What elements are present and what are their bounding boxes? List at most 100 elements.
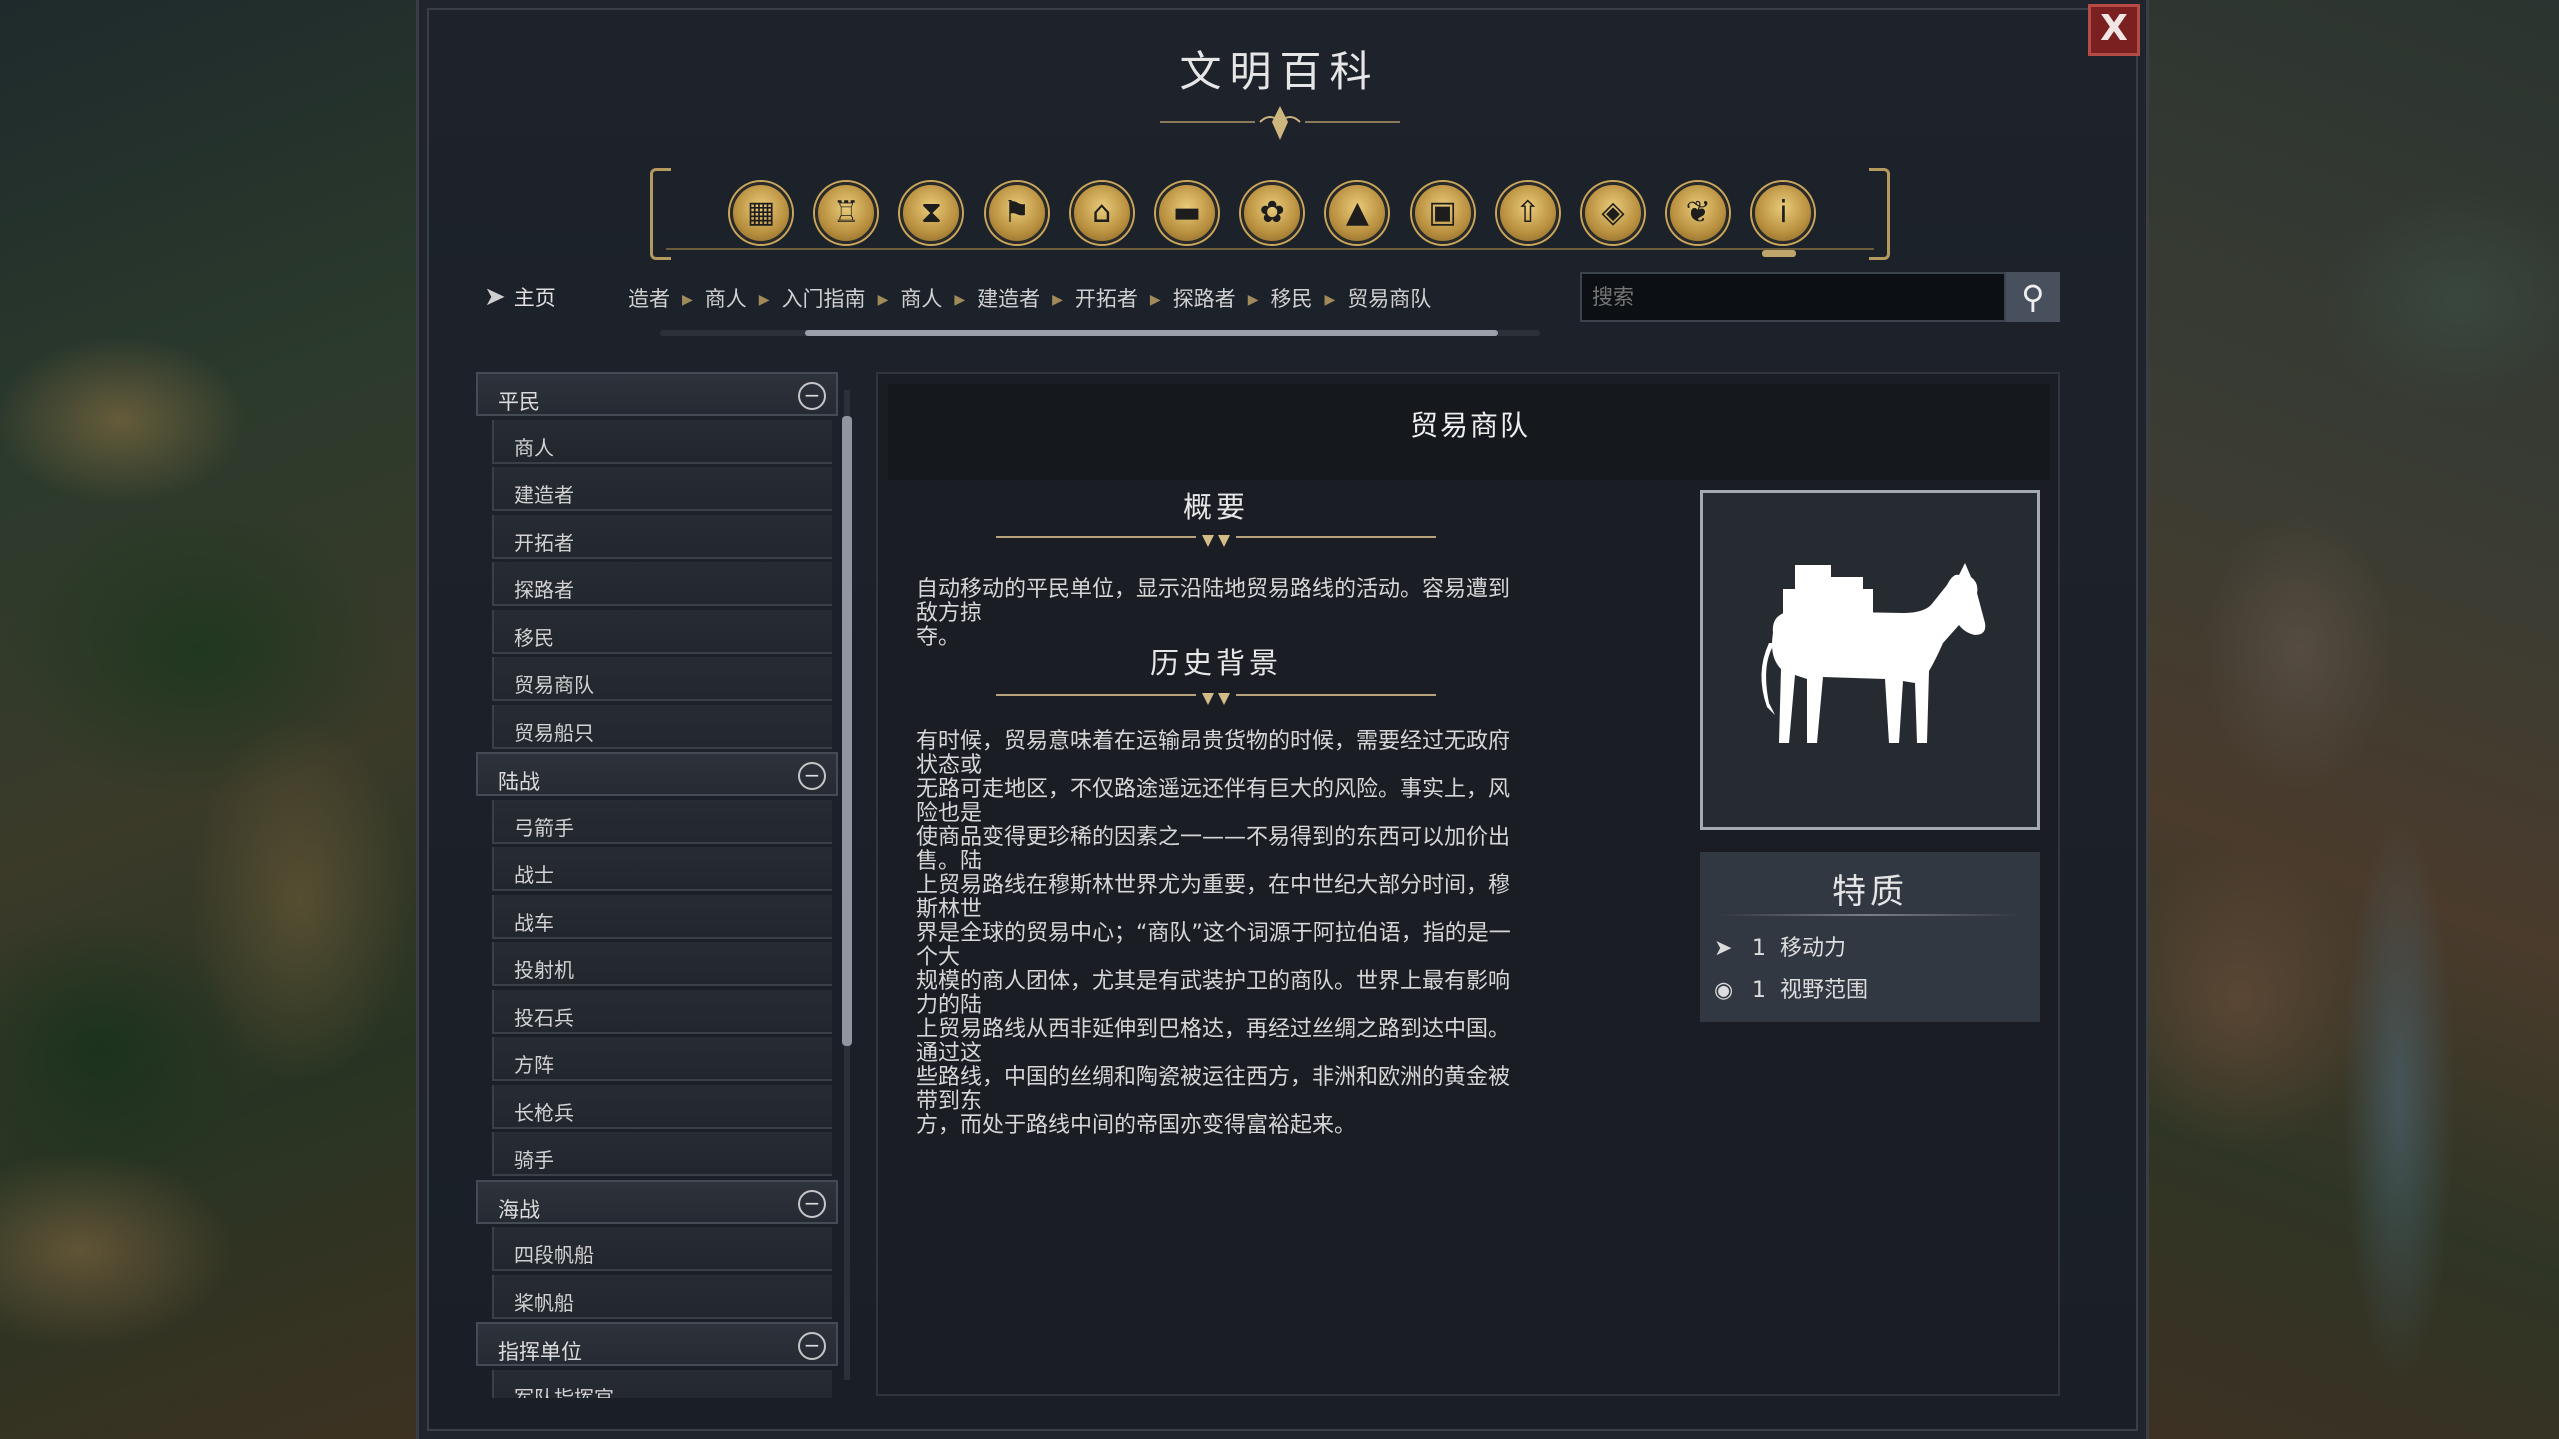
article-title: 贸易商队 [1409,409,1530,442]
history-line: 使商品变得更珍稀的因素之一——不易得到的东西可以加价出售。陆 [916,825,1511,874]
collapse-icon[interactable]: − [798,1189,826,1218]
breadcrumb: 造者 ▶ 商人 ▶ 入门指南 ▶ 商人 ▶ 建造者 ▶ 开拓者 ▶ 探路者 ▶ 移民 ▶ 贸易商队 [628,283,1431,313]
collapse-icon[interactable]: − [798,1332,826,1360]
history-divider [996,693,1436,705]
trait-sight: ◉ 1 视野范围 [1714,972,1868,1004]
list-item[interactable]: 军队指挥官 [492,1369,832,1398]
upgrades-icon[interactable]: ⇧ [1496,182,1559,244]
category-header[interactable]: 指挥单位 − [476,1322,838,1366]
trait-value: 1 [1752,978,1766,1003]
flags-icon[interactable]: ⚑ [985,182,1048,244]
breadcrumb-item[interactable]: 造者 [628,287,670,311]
history-line: 规模的商人团体，尤其是有武装护卫的商队。世界上最有影响力的陆 [916,969,1511,1018]
history-line: 无路可走地区，不仅路途遥远还伴有巨大的风险。事实上，风险也是 [916,777,1511,826]
list-item[interactable]: 战士 [492,847,832,891]
trade-caravan-donkey-icon [1761,563,1986,743]
category-header[interactable]: 海战 − [476,1179,838,1224]
techs-icon[interactable]: ▬ [1156,182,1218,244]
list-item[interactable]: 投射机 [492,942,832,986]
buildings-icon[interactable]: ⌂ [1070,182,1133,244]
breadcrumb-item[interactable]: 移民 [1270,287,1312,311]
traits-divider [1720,914,2020,916]
breadcrumb-scroll-thumb[interactable] [805,330,1498,336]
trait-value: 1 [1752,936,1766,961]
search-button[interactable]: ⚲ [2006,272,2060,322]
map-background-left [0,0,420,1439]
search-icon: ⚲ [2021,278,2045,316]
search-input[interactable] [1580,272,2006,322]
list-item[interactable]: 商人 [492,419,832,464]
eras-icon[interactable]: ⧗ [900,182,963,244]
breadcrumb-item[interactable]: 建造者 [977,287,1040,311]
icon-bar-bracket-left [650,168,671,260]
breadcrumb-separator-icon: ▶ [682,292,693,308]
list-item[interactable]: 建造者 [492,467,832,511]
unit-list-scrollbar[interactable] [840,370,854,1400]
unit-list: 平民 − 商人 建造者 开拓者 探路者 移民 贸易商队 贸易船只陆战 − 弓箭手 战士 战车 投射机 投石兵… [476,372,838,1398]
map-background-right [2139,0,2559,1439]
civilizations-icon[interactable]: ▦ [730,182,792,244]
list-item[interactable]: 四段帆船 [492,1227,832,1271]
books-icon[interactable]: ◈ [1582,182,1644,244]
list-item[interactable]: 弓箭手 [492,799,832,844]
list-item[interactable]: 贸易商队 [492,657,832,701]
list-item[interactable]: 长枪兵 [492,1084,832,1129]
category-header[interactable]: 陆战 − [476,752,838,796]
breadcrumb-separator-icon: ▶ [1052,292,1063,308]
unit-portrait [1700,490,2040,830]
collapse-icon[interactable]: − [798,382,826,410]
back-arrow-icon: ➤ [484,282,506,312]
history-line: 方，而处于路线中间的帝国亦变得富裕起来。 [916,1113,1357,1138]
diplomacy-icon[interactable]: ❦ [1667,182,1730,244]
districts-icon[interactable]: ▣ [1411,182,1474,244]
history-line: 些路线，中国的丝绸和陶瓷被运往西方，非洲和欧洲的黄金被带到东 [916,1065,1511,1114]
category-label: 指挥单位 [498,1340,582,1364]
category-icon-bar: ▦ ♖ ⧗ ⚑ ⌂ ▬ ✿ ▲ ▣ ⇧ ◈ ❦ i [650,168,1890,260]
category-header[interactable]: 平民 − [476,372,838,416]
breadcrumb-item[interactable]: 探路者 [1173,287,1236,311]
list-item[interactable]: 开拓者 [492,514,832,559]
list-item[interactable]: 骑手 [492,1132,832,1176]
history-text: 有时候，贸易意味着在运输昂贵货物的时候，需要经过无政府状态或 无路可走地区，不仅路… [916,730,1516,1138]
trait-label: 视野范围 [1780,978,1869,1003]
resources-icon[interactable]: ✿ [1241,182,1304,244]
history-line: 上贸易路线在穆斯林世界尤为重要，在中世纪大部分时间，穆斯林世 [916,873,1511,922]
traits-title: 特质 [1832,872,1908,912]
terrain-icon[interactable]: ▲ [1326,182,1389,244]
list-item[interactable]: 探路者 [492,562,832,606]
page-title: 文明百科 [1179,47,1380,96]
movement-arrow-icon: ➤ [1714,936,1733,961]
leaders-icon[interactable]: ♖ [815,182,878,244]
collapse-icon[interactable]: − [798,762,826,790]
trait-label: 移动力 [1780,936,1847,961]
breadcrumb-item[interactable]: 入门指南 [782,287,866,311]
breadcrumb-item[interactable]: 开拓者 [1075,287,1138,311]
breadcrumb-item[interactable]: 商人 [705,287,747,311]
list-item[interactable]: 移民 [492,609,832,654]
overview-line: 自动移动的平民单位，显示沿陆地贸易路线的活动。容易遭到敌方掠 [916,577,1511,626]
info-icon[interactable]: i [1752,182,1815,244]
home-label: 主页 [513,286,556,310]
home-link[interactable]: ➤ 主页 [484,282,556,312]
overview-heading: 概要 [1182,490,1249,524]
breadcrumb-scrollbar[interactable] [660,330,1540,336]
scroll-thumb[interactable] [842,416,852,1046]
traits-panel: 特质 ➤ 1 移动力 ◉ 1 视野范围 [1700,852,2040,1022]
trait-movement: ➤ 1 移动力 [1714,930,1846,962]
category-label: 海战 [498,1197,540,1222]
breadcrumb-item[interactable]: 商人 [900,287,942,311]
category-label: 平民 [498,390,540,414]
selected-category-indicator [1762,250,1796,257]
breadcrumb-separator-icon: ▶ [954,292,966,308]
icon-bar-bracket-right [1869,168,1890,260]
list-item[interactable]: 贸易船只 [492,704,832,749]
list-item[interactable]: 桨帆船 [492,1274,832,1319]
category-label: 陆战 [498,770,540,794]
list-item[interactable]: 战车 [492,894,832,939]
list-item[interactable]: 方阵 [492,1037,832,1081]
history-heading: 历史背景 [1149,646,1282,680]
list-item[interactable]: 投石兵 [492,989,832,1034]
history-line: 界是全球的贸易中心；“商队”这个词源于阿拉伯语，指的是一个大 [916,921,1511,970]
breadcrumb-item[interactable]: 贸易商队 [1347,287,1431,311]
history-line: 有时候，贸易意味着在运输昂贵货物的时候，需要经过无政府状态或 [916,729,1511,778]
